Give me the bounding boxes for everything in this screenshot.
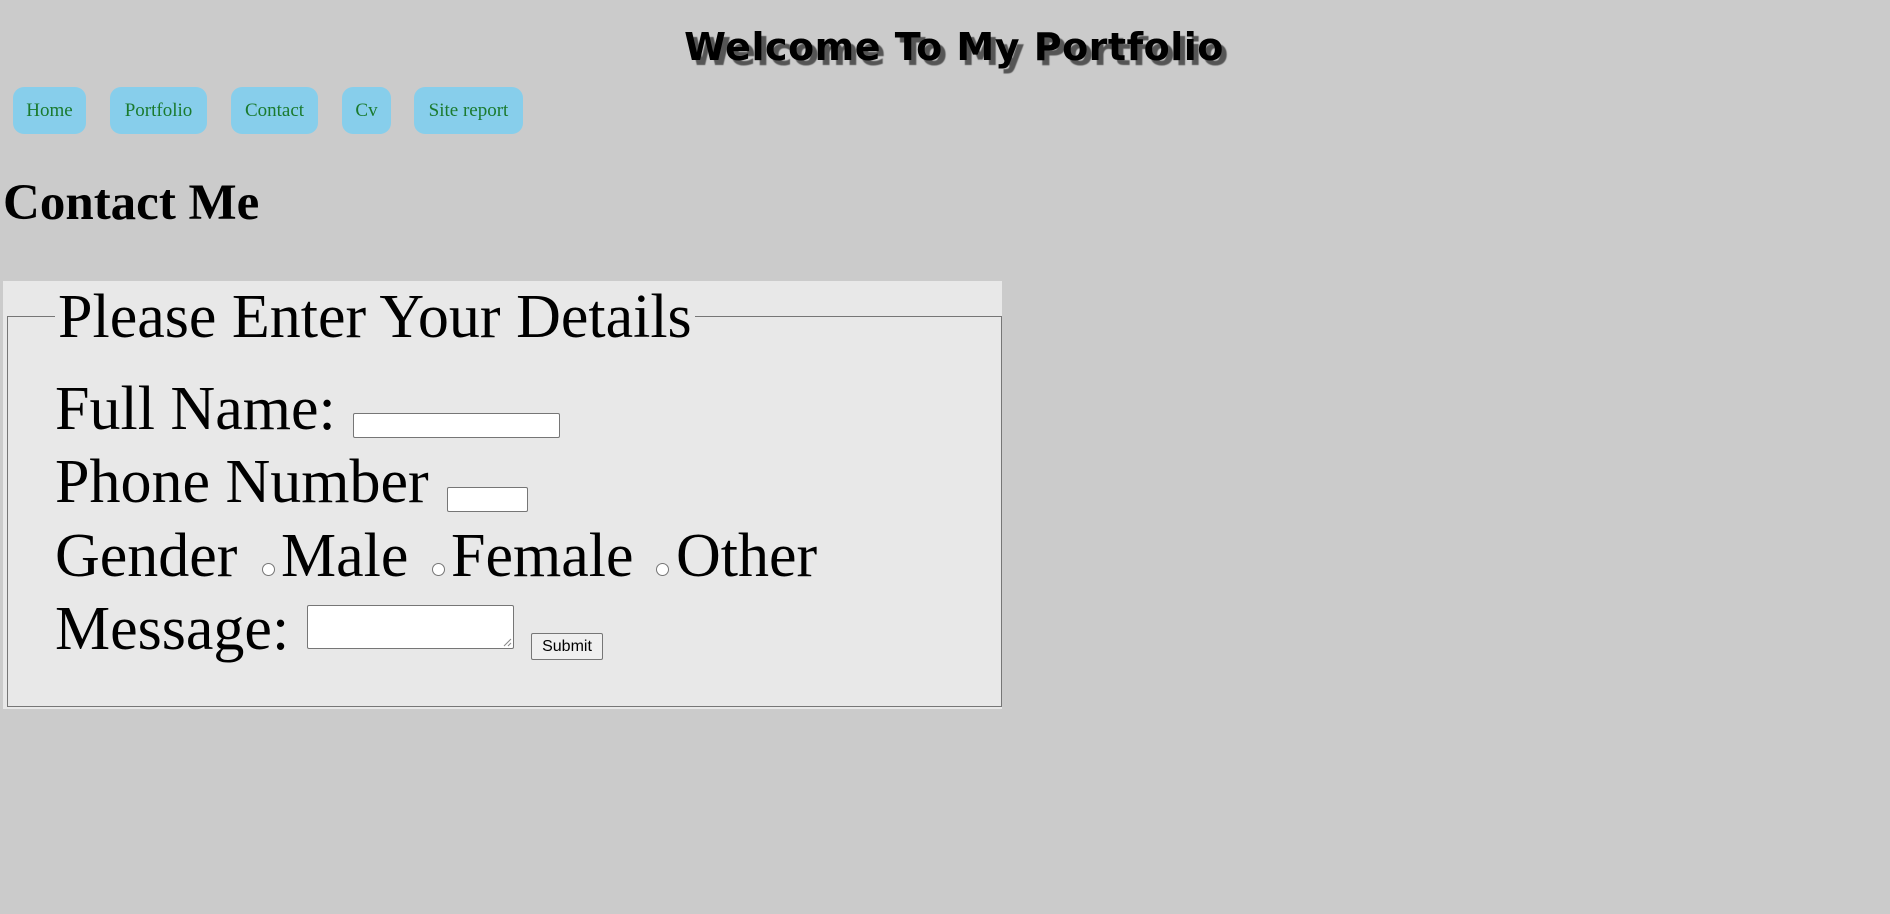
message-textarea[interactable] <box>307 605 514 649</box>
gender-other-radio[interactable] <box>656 563 669 576</box>
nav-item-site-report[interactable]: Site report <box>414 87 523 134</box>
phone-number-label: Phone Number <box>55 448 429 516</box>
nav-item-home[interactable]: Home <box>13 87 86 134</box>
gender-male-label: Male <box>281 522 409 590</box>
submit-button[interactable]: Submit <box>531 633 603 660</box>
fieldset-legend: Please Enter Your Details <box>55 281 695 353</box>
page-heading: Contact Me <box>3 175 260 231</box>
full-name-label: Full Name: <box>55 375 336 443</box>
gender-label: Gender <box>55 522 238 590</box>
nav-item-cv[interactable]: Cv <box>342 87 391 134</box>
gender-male-radio[interactable] <box>262 563 275 576</box>
nav-item-portfolio[interactable]: Portfolio <box>110 87 207 134</box>
message-label: Message: <box>55 595 290 663</box>
gender-other-label: Other <box>676 522 818 590</box>
contact-form: Please Enter Your Details Full Name: Pho… <box>3 281 1002 709</box>
gender-female-radio[interactable] <box>432 563 445 576</box>
phone-number-input[interactable] <box>447 487 528 512</box>
site-title: Welcome To My Portfolio <box>684 25 1224 69</box>
nav-item-contact[interactable]: Contact <box>231 87 318 134</box>
resize-grip-icon[interactable] <box>503 638 512 647</box>
full-name-input[interactable] <box>353 413 560 438</box>
gender-female-label: Female <box>451 522 634 590</box>
